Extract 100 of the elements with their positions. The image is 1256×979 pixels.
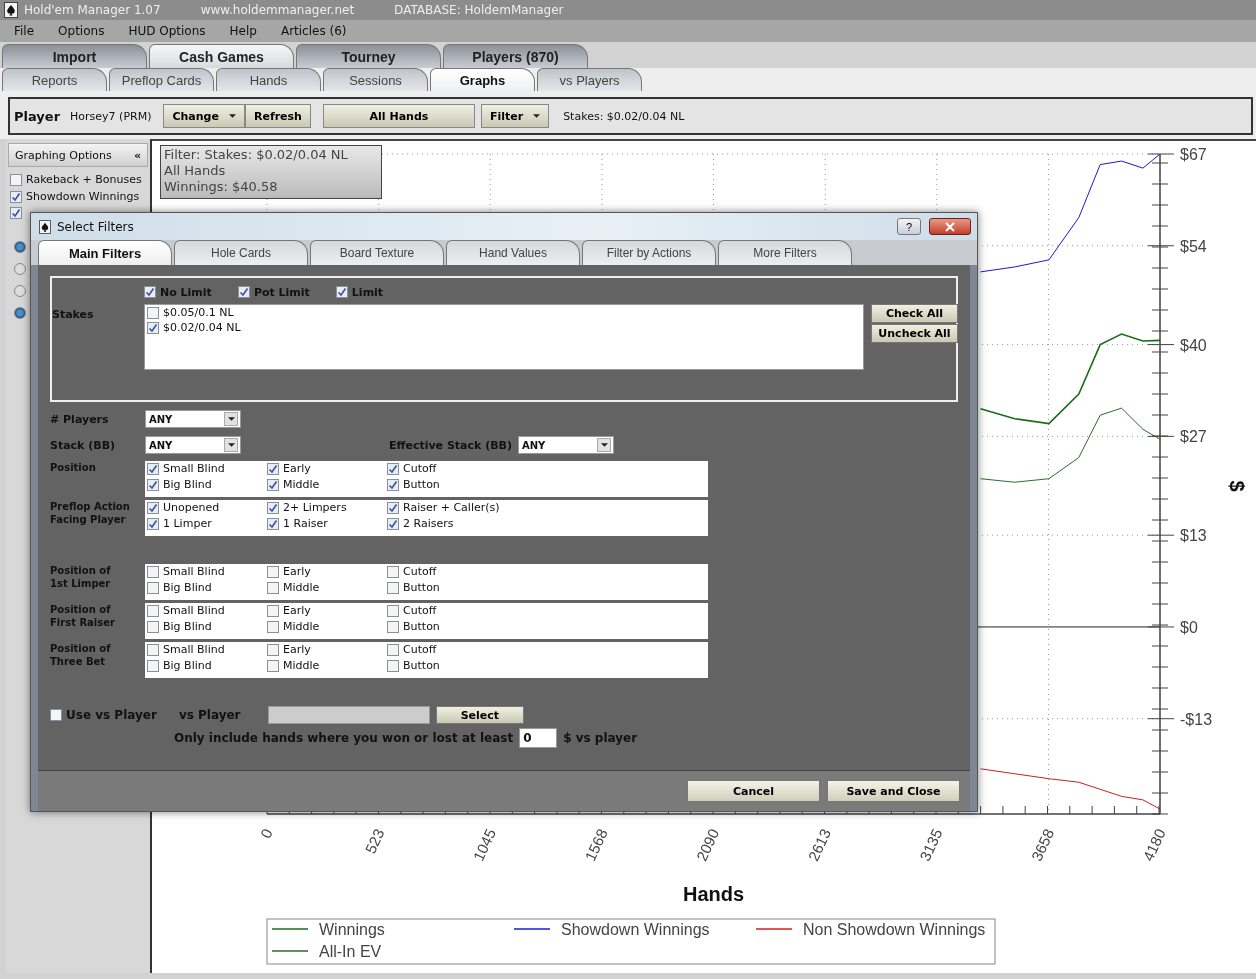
group-label: Preflop Action Facing Player: [50, 500, 131, 527]
checkbox[interactable]: [387, 501, 399, 514]
tab[interactable]: Import: [2, 44, 147, 68]
dropdown-button[interactable]: Filter: [480, 104, 550, 128]
checkbox[interactable]: [387, 462, 399, 475]
axis-tick-label: 523: [361, 826, 388, 856]
action-button[interactable]: Check All: [871, 304, 958, 323]
checkbox[interactable]: [144, 286, 156, 298]
checkbox[interactable]: [147, 321, 159, 334]
dialog-button[interactable]: Cancel: [687, 780, 820, 802]
checkbox[interactable]: [267, 581, 279, 594]
checkbox[interactable]: [387, 565, 399, 578]
checkbox[interactable]: [147, 620, 159, 633]
checkbox-label: Early: [283, 604, 311, 617]
checkbox[interactable]: [147, 501, 159, 514]
checkbox-label: Small Blind: [163, 643, 225, 656]
close-button[interactable]: [929, 218, 971, 235]
info-line: Winnings: $40.58: [164, 179, 279, 195]
checkbox[interactable]: [267, 620, 279, 633]
tab[interactable]: Reports: [2, 68, 107, 91]
tab[interactable]: Hole Cards: [174, 240, 308, 265]
checkbox[interactable]: [147, 565, 159, 578]
checkbox[interactable]: [335, 286, 348, 298]
checkbox[interactable]: [147, 581, 159, 594]
radio-button[interactable]: [14, 263, 26, 275]
checkbox[interactable]: [237, 286, 250, 298]
checkbox[interactable]: [267, 462, 279, 475]
checkbox[interactable]: [267, 478, 279, 491]
tab[interactable]: Filter by Actions: [582, 240, 716, 265]
checkbox[interactable]: [147, 643, 159, 656]
help-button[interactable]: ?: [897, 218, 921, 235]
checkbox-label: Raiser + Caller(s): [403, 501, 500, 514]
player-field[interactable]: [267, 706, 430, 724]
checkbox[interactable]: [387, 581, 399, 594]
axis-tick-label: $54: [1180, 237, 1207, 255]
dropdown[interactable]: ANY: [518, 436, 614, 454]
tab[interactable]: Players (870): [443, 44, 588, 68]
checkbox[interactable]: [147, 478, 159, 491]
checkbox-label: Cutoff: [403, 565, 437, 578]
checkbox[interactable]: [387, 620, 399, 633]
checkbox[interactable]: [267, 659, 279, 672]
axis-tick-label: 3658: [1027, 826, 1058, 864]
checkbox-label: Pot Limit: [253, 285, 310, 299]
tab[interactable]: Board Texture: [310, 240, 444, 265]
legend-label: All-In EV: [319, 943, 382, 960]
menu-item[interactable]: File: [14, 24, 35, 38]
toolbar-button[interactable]: All Hands: [322, 104, 475, 128]
checkbox[interactable]: [387, 604, 399, 617]
legend-label: Showdown Winnings: [561, 921, 710, 938]
checkbox[interactable]: [267, 604, 279, 617]
tab[interactable]: Sessions: [323, 68, 428, 91]
radio-button[interactable]: [14, 285, 26, 297]
checkbox[interactable]: [387, 517, 399, 530]
caret-icon: [533, 114, 541, 118]
checkbox[interactable]: [147, 306, 159, 319]
menu-item[interactable]: Help: [229, 24, 257, 38]
checkbox[interactable]: [387, 478, 399, 491]
checkbox[interactable]: [147, 604, 159, 617]
dropdown[interactable]: ANY: [145, 436, 241, 454]
checkbox[interactable]: [267, 517, 279, 530]
dialog-button[interactable]: Save and Close: [827, 780, 960, 802]
caret-icon: [600, 443, 608, 447]
checkbox[interactable]: [387, 659, 399, 672]
checkbox[interactable]: [10, 173, 22, 186]
checkbox-label: $0.02/0.04 NL: [163, 321, 241, 334]
field-label: $ vs player: [563, 731, 638, 745]
tab[interactable]: Tourney: [296, 44, 441, 68]
info-line: All Hands: [164, 163, 227, 179]
menu-item[interactable]: Articles (6): [280, 24, 347, 38]
amount-field[interactable]: 0: [519, 728, 558, 748]
action-button[interactable]: Uncheck All: [871, 324, 958, 343]
radio-button[interactable]: [14, 241, 26, 253]
dropdown-button[interactable]: Change: [163, 104, 245, 128]
checkbox[interactable]: [10, 190, 22, 203]
checkbox[interactable]: [10, 207, 22, 219]
select-button[interactable]: Select: [435, 706, 524, 724]
tab[interactable]: Hands: [216, 68, 321, 91]
checkbox[interactable]: [267, 565, 279, 578]
checkbox[interactable]: [267, 501, 279, 514]
checkbox[interactable]: [267, 643, 279, 656]
checkbox[interactable]: [147, 517, 159, 530]
toolbar-button[interactable]: Refresh: [244, 104, 311, 128]
menu-item[interactable]: HUD Options: [128, 24, 206, 38]
tab[interactable]: Hand Values: [446, 240, 580, 265]
axis-tick-label: $67: [1180, 146, 1207, 163]
menu-item[interactable]: Options: [58, 24, 105, 38]
panel-header[interactable]: Graphing Options «: [8, 143, 148, 167]
checkbox[interactable]: [387, 643, 399, 656]
tab[interactable]: More Filters: [718, 240, 852, 265]
radio-button[interactable]: [14, 307, 26, 319]
collapse-icon[interactable]: «: [133, 148, 141, 162]
dropdown[interactable]: ANY: [145, 410, 241, 428]
tab[interactable]: Preflop Cards: [109, 68, 214, 91]
checkbox[interactable]: [50, 709, 62, 721]
tab[interactable]: Graphs: [430, 68, 535, 91]
checkbox[interactable]: [147, 659, 159, 672]
tab[interactable]: Main Filters: [38, 240, 172, 265]
tab[interactable]: Cash Games: [149, 44, 294, 68]
checkbox[interactable]: [147, 462, 159, 475]
tab[interactable]: vs Players: [537, 68, 642, 91]
